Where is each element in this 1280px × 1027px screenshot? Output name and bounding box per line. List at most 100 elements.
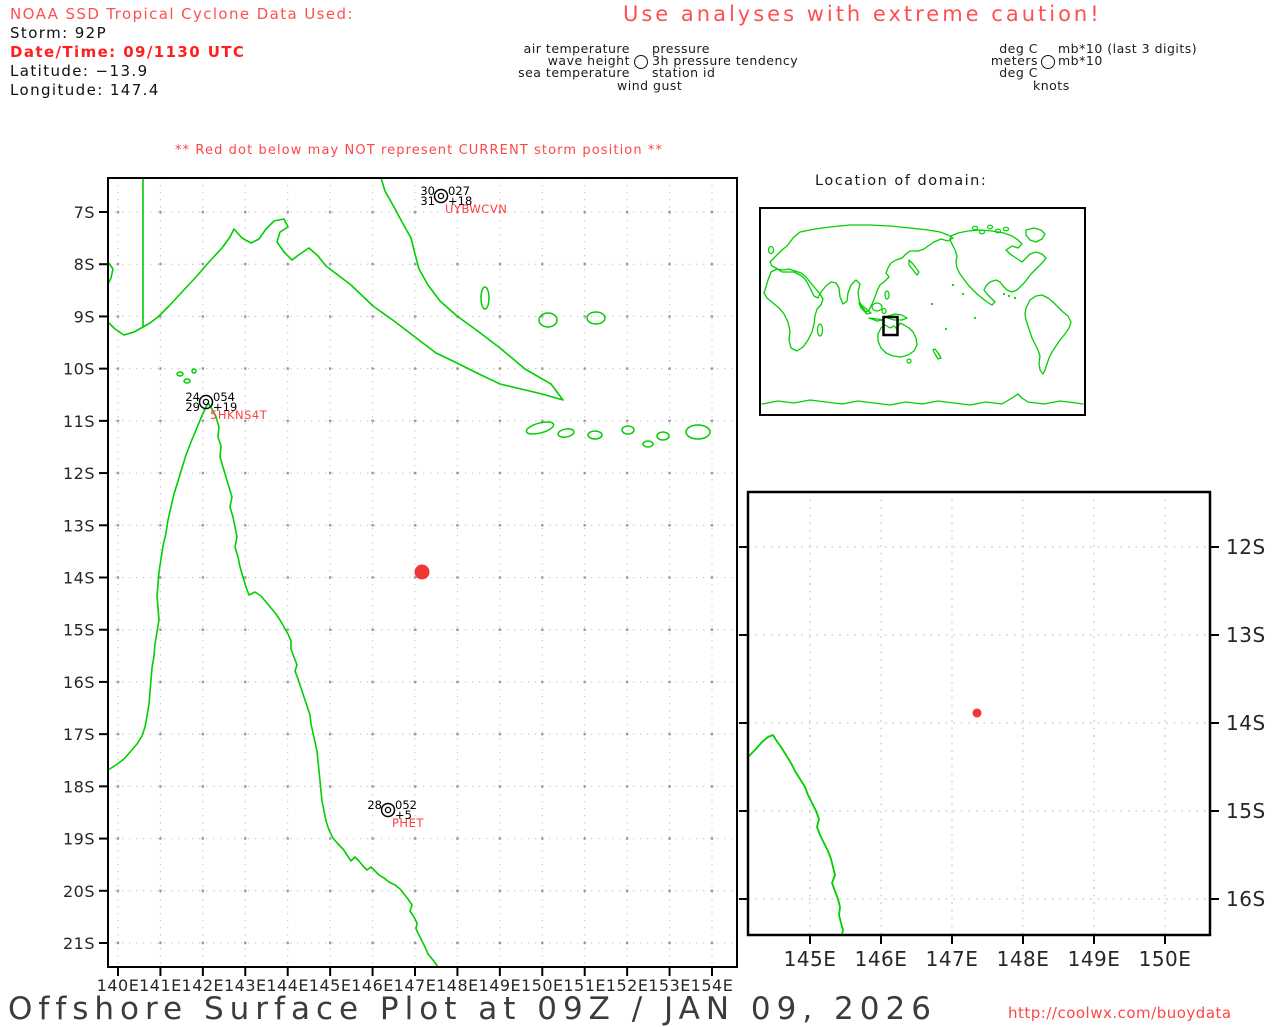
legend-sea-temp: sea temperature [518,65,630,80]
grid-intersection-dot [499,472,501,474]
island-dot [952,284,954,286]
grid-intersection-dot [499,733,501,735]
grid-intersection-dot [329,315,331,317]
grid-intersection-dot [159,681,161,683]
grid-intersection-dot [414,629,416,631]
grid-intersection-dot [287,890,289,892]
grid-intersection-dot [287,472,289,474]
grid-intersection-dot [711,733,713,735]
grid-intersection-dot [414,837,416,839]
tc-info-datetime: Date/Time: 09/1130 UTC [10,43,354,62]
coastline [108,322,143,335]
grid-intersection-dot [371,315,373,317]
grid-intersection-dot [626,367,628,369]
grid-intersection-dot [244,576,246,578]
grid-intersection-dot [668,576,670,578]
grid-intersection-dot [371,211,373,213]
lon-axis-label: 150E [1139,947,1192,971]
grid-intersection-dot [584,733,586,735]
grid-intersection-dot [499,785,501,787]
grid-intersection-dot [287,263,289,265]
grid-intersection-dot [626,472,628,474]
lat-axis-label: 17S [63,725,95,744]
grid-intersection-dot [456,890,458,892]
lat-axis-label: 13S [1226,623,1266,647]
island-dot [1008,295,1010,297]
grid-intersection-dot [371,524,373,526]
continent-outline [1025,295,1071,374]
grid-intersection-dot [456,576,458,578]
lat-axis-label: 14S [1226,711,1266,735]
grid-intersection-dot [117,890,119,892]
plot-title: Offshore Surface Plot at 09Z / JAN 09, 2… [8,991,937,1027]
grid-intersection-dot [202,211,204,213]
island [481,287,489,309]
grid-intersection-dot [711,942,713,944]
island-dot [1003,293,1005,295]
grid-intersection-dot [668,942,670,944]
island [587,312,605,324]
storm-position-dot [415,565,430,580]
island-dot [962,293,964,295]
grid-intersection-dot [711,211,713,213]
grid-intersection-dot [117,785,119,787]
lat-axis-label: 15S [1226,799,1266,823]
island [818,324,823,336]
buoy-plot-page: { "colors":{"green":"#00cf00","red_dot":… [0,0,1280,1024]
grid-intersection-dot [329,472,331,474]
island [539,313,557,327]
grid-intersection-dot [456,367,458,369]
island [192,369,196,373]
grid-intersection-dot [159,733,161,735]
grid-intersection-dot [541,733,543,735]
grid-intersection-dot [584,367,586,369]
tc-info-latitude: Latitude: −13.9 [10,62,354,81]
island [885,291,889,299]
grid-intersection-dot [244,785,246,787]
lat-axis-label: 15S [63,621,95,640]
grid-intersection-dot [668,263,670,265]
grid-intersection-dot [456,681,458,683]
continent-outline [950,230,1046,305]
map-border [760,208,1085,415]
grid-intersection-dot [371,629,373,631]
grid-intersection-dot [499,890,501,892]
continent-outline [869,318,884,321]
island [588,431,602,439]
tc-info-storm: Storm: 92P [10,24,354,43]
island [988,225,993,229]
caution-banner: Use analyses with extreme caution! [623,2,1102,26]
domain-world-map [760,208,1085,415]
lat-axis-label: 21S [63,934,95,953]
grid-intersection-dot [202,785,204,787]
grid-intersection-dot [159,785,161,787]
station-id: PHET [392,816,424,830]
continent-outline [909,260,919,275]
island [184,379,190,383]
grid-intersection-dot [244,524,246,526]
grid-intersection-dot [456,837,458,839]
island [177,372,183,376]
station-air-temp: 28 [367,798,382,812]
station-circle-icon [634,55,648,69]
lat-axis-label: 11S [63,412,95,431]
grid-intersection-dot [626,681,628,683]
grid-intersection-dot [371,472,373,474]
grid-intersection-dot [499,367,501,369]
grid-intersection-dot [541,367,543,369]
legend-unit-mb10: mb*10 [1058,53,1103,68]
station-inner-circle-icon [385,807,390,812]
grid-intersection-dot [244,629,246,631]
grid-intersection-dot [541,524,543,526]
grid-intersection-dot [371,733,373,735]
grid-intersection-dot [668,524,670,526]
grid-intersection-dot [117,472,119,474]
grid-intersection-dot [287,785,289,787]
grid-intersection-dot [626,890,628,892]
grid-intersection-dot [371,681,373,683]
grid-intersection-dot [541,472,543,474]
antarctica-outline [762,394,1083,405]
grid-intersection-dot [202,524,204,526]
grid-intersection-dot [456,263,458,265]
grid-intersection-dot [499,420,501,422]
